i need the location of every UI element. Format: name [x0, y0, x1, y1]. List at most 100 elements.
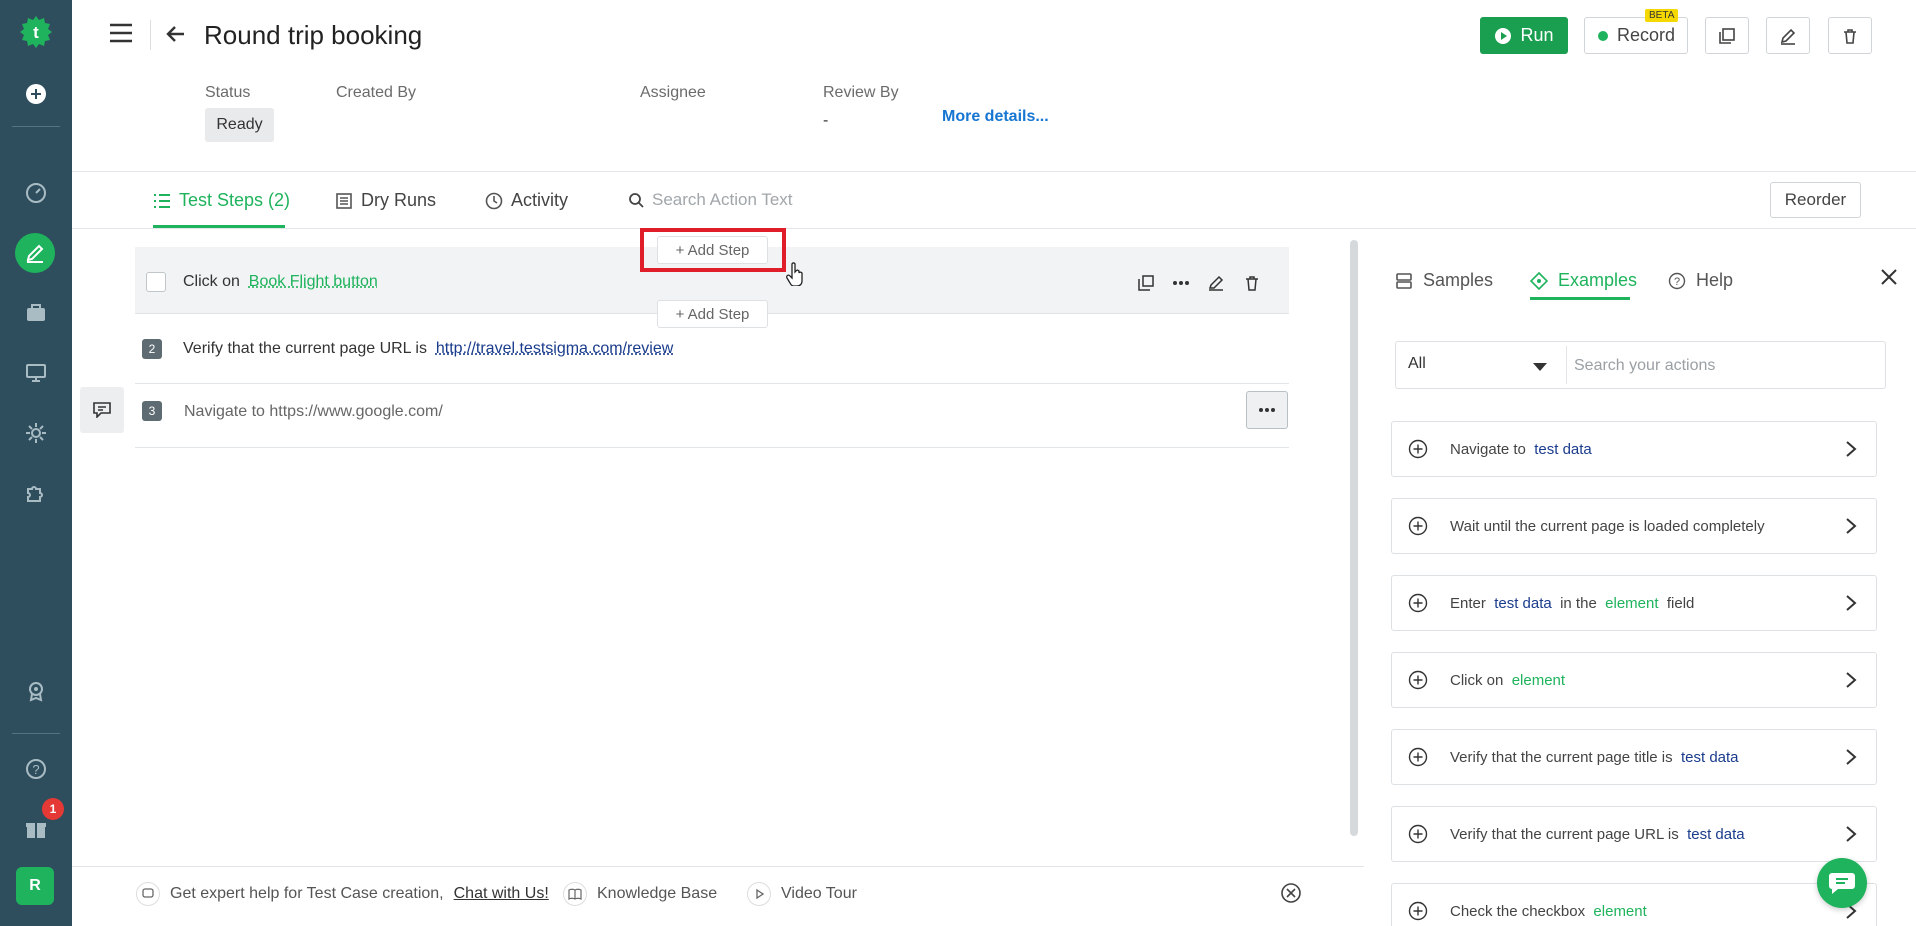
close-panel-icon[interactable]: [1880, 268, 1902, 290]
add-circle-icon[interactable]: [1408, 901, 1428, 921]
add-circle-icon[interactable]: [1408, 824, 1428, 844]
reorder-button[interactable]: Reorder: [1770, 182, 1861, 218]
record-button-label: Record: [1617, 25, 1675, 46]
action-example-card[interactable]: Click on element: [1391, 652, 1877, 708]
tab-activity[interactable]: Activity: [485, 190, 568, 211]
tab-dry-runs[interactable]: Dry Runs: [335, 190, 436, 211]
element-placeholder: element: [1512, 672, 1565, 689]
left-rail: t ? 1 R: [0, 0, 72, 926]
add-circle-icon[interactable]: [1408, 670, 1428, 690]
header-divider: [150, 20, 151, 50]
chevron-right-icon[interactable]: [1844, 748, 1858, 766]
step-3-more-button[interactable]: [1246, 391, 1288, 429]
settings-gear-icon[interactable]: [21, 418, 51, 448]
svg-text:?: ?: [1674, 276, 1680, 288]
addons-puzzle-icon[interactable]: [21, 478, 51, 508]
beta-badge: BETA: [1645, 9, 1678, 22]
add-circle-icon[interactable]: [1408, 516, 1428, 536]
search-action-placeholder: Search Action Text: [652, 190, 793, 210]
step-select-checkbox[interactable]: [146, 272, 166, 292]
test-development-icon[interactable]: [15, 233, 55, 273]
add-step-button-below[interactable]: + Add Step: [657, 300, 768, 328]
step-2-prefix: Verify that the current page URL is: [183, 340, 427, 357]
action-example-card[interactable]: Enter test data in the element field: [1391, 575, 1877, 631]
add-new-icon[interactable]: [21, 79, 51, 109]
panel-tab-examples[interactable]: Examples: [1530, 270, 1637, 291]
action-example-text: Navigate to test data: [1450, 441, 1592, 458]
hamburger-menu-icon[interactable]: [108, 22, 134, 44]
step-2-text[interactable]: Verify that the current page URL is http…: [183, 340, 673, 358]
rewards-badge-icon[interactable]: [21, 676, 51, 706]
record-button[interactable]: Record: [1584, 17, 1688, 54]
more-dots-icon: [1258, 407, 1276, 413]
search-action-input[interactable]: Search Action Text: [628, 190, 793, 210]
run-button[interactable]: Run: [1480, 17, 1568, 54]
add-circle-icon[interactable]: [1408, 593, 1428, 613]
dashboard-icon[interactable]: [21, 178, 51, 208]
chevron-right-icon[interactable]: [1844, 594, 1858, 612]
tab-dry-runs-label: Dry Runs: [361, 190, 436, 211]
examples-icon: [1530, 272, 1548, 290]
environments-icon[interactable]: [21, 358, 51, 388]
step-edit-icon[interactable]: [1205, 272, 1227, 294]
svg-text:?: ?: [32, 762, 39, 777]
step-more-icon[interactable]: [1170, 272, 1192, 294]
comment-icon: [93, 402, 111, 418]
delete-button[interactable]: [1828, 17, 1872, 54]
run-button-label: Run: [1520, 25, 1553, 46]
element-placeholder: element: [1593, 903, 1646, 920]
step-copy-icon[interactable]: [1135, 272, 1157, 294]
help-icon: ?: [1668, 272, 1686, 290]
chevron-right-icon[interactable]: [1844, 440, 1858, 458]
chat-with-us-link[interactable]: Chat with Us!: [454, 885, 549, 903]
hand-pointer-cursor-icon: [786, 262, 806, 292]
panel-tab-help[interactable]: ? Help: [1668, 270, 1733, 291]
chevron-down-icon[interactable]: [1532, 359, 1548, 377]
close-help-bar-icon[interactable]: [1280, 882, 1302, 909]
tab-test-steps-label: Test Steps (2): [179, 190, 290, 211]
panel-tab-samples[interactable]: Samples: [1395, 270, 1493, 291]
actions-search-input[interactable]: Search your actions: [1574, 357, 1715, 375]
back-arrow-icon[interactable]: [164, 22, 188, 46]
edit-button[interactable]: [1766, 17, 1810, 54]
action-example-card[interactable]: Verify that the current page title is te…: [1391, 729, 1877, 785]
rail-divider: [12, 733, 60, 734]
steps-scrollbar[interactable]: [1350, 240, 1358, 836]
step-3-text[interactable]: Navigate to https://www.google.com/: [184, 403, 443, 421]
action-example-card[interactable]: Wait until the current page is loaded co…: [1391, 498, 1877, 554]
video-tour-label: Video Tour: [781, 885, 857, 903]
action-example-text: Verify that the current page URL is test…: [1450, 826, 1745, 843]
svg-text:t: t: [33, 23, 39, 42]
action-example-card[interactable]: Check the checkbox element: [1391, 883, 1877, 926]
chevron-right-icon[interactable]: [1844, 517, 1858, 535]
video-tour-link[interactable]: Video Tour: [747, 882, 857, 906]
more-details-link[interactable]: More details...: [942, 108, 1049, 126]
step-2-url-link[interactable]: http://travel.testsigma.com/review: [436, 340, 673, 357]
add-circle-icon[interactable]: [1408, 747, 1428, 767]
step-1-element-link[interactable]: Book Flight button: [249, 273, 378, 290]
help-question-icon[interactable]: ?: [21, 754, 51, 784]
step-1-prefix: Click on: [183, 273, 240, 290]
clone-button[interactable]: [1705, 17, 1749, 54]
step-comment-button[interactable]: [80, 387, 124, 433]
action-example-card[interactable]: Verify that the current page URL is test…: [1391, 806, 1877, 862]
created-by-label: Created By: [336, 84, 416, 102]
knowledge-base-link[interactable]: Knowledge Base: [563, 882, 717, 906]
step-delete-icon[interactable]: [1241, 272, 1263, 294]
chat-support-button[interactable]: [1817, 858, 1867, 908]
book-icon: [563, 882, 587, 906]
panel-tab-samples-label: Samples: [1423, 270, 1493, 291]
test-plans-icon[interactable]: [21, 298, 51, 328]
chevron-right-icon[interactable]: [1844, 825, 1858, 843]
step-number-badge: 3: [142, 401, 162, 421]
chevron-right-icon[interactable]: [1844, 671, 1858, 689]
test-data-placeholder: test data: [1681, 749, 1739, 766]
action-text-part: Wait until the current page is loaded co…: [1450, 518, 1765, 535]
status-badge[interactable]: Ready: [205, 108, 274, 142]
add-circle-icon[interactable]: [1408, 439, 1428, 459]
action-filter-select[interactable]: All: [1408, 355, 1426, 373]
tab-test-steps[interactable]: Test Steps (2): [153, 190, 290, 211]
action-example-card[interactable]: Navigate to test data: [1391, 421, 1877, 477]
user-avatar[interactable]: R: [16, 867, 54, 905]
testsigma-logo-icon[interactable]: t: [18, 14, 54, 50]
